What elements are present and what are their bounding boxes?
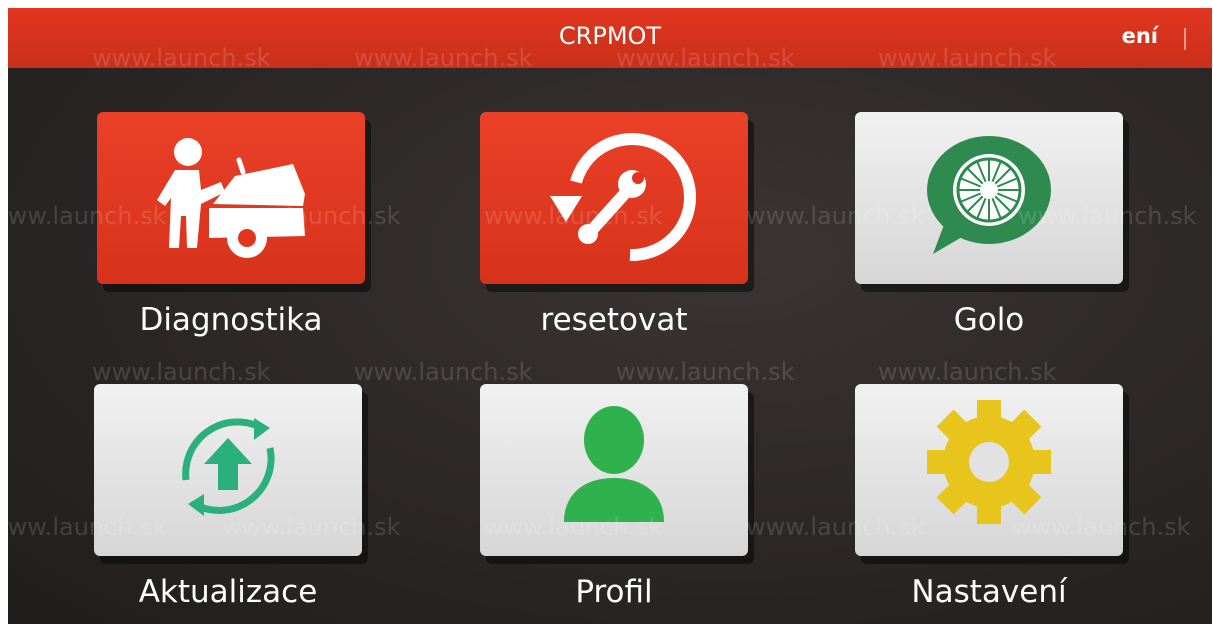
- tile-label: Aktualizace: [138, 574, 318, 610]
- app-screen: CRPMOT ení Diagnostika resetovat Golo Ak…: [8, 8, 1212, 624]
- tile-profil[interactable]: Profil: [479, 384, 749, 610]
- tile-golo[interactable]: Golo: [854, 112, 1124, 338]
- language-menu[interactable]: ení: [1122, 24, 1158, 48]
- tile-resetovat[interactable]: resetovat: [479, 112, 749, 338]
- watermark: www.launch.sk: [354, 358, 533, 386]
- diagnostika-button[interactable]: [97, 112, 365, 284]
- tile-label: Golo: [953, 302, 1025, 338]
- golo-wheel-chat-icon: [927, 136, 1051, 254]
- menu-divider: [1184, 28, 1186, 50]
- profil-button[interactable]: [480, 384, 748, 556]
- reset-wrench-icon: [550, 133, 696, 262]
- golo-button[interactable]: [855, 112, 1123, 284]
- update-arrow-icon: [182, 418, 275, 516]
- tile-label: Profil: [575, 574, 653, 610]
- tile-diagnostika[interactable]: Diagnostika: [96, 112, 366, 338]
- tile-label: Nastavení: [911, 574, 1067, 610]
- resetovat-button[interactable]: [480, 112, 748, 284]
- tile-label: resetovat: [540, 302, 688, 338]
- tile-label: Diagnostika: [139, 302, 323, 338]
- title-bar: CRPMOT ení: [8, 8, 1212, 68]
- watermark: www.launch.sk: [878, 358, 1057, 386]
- aktualizace-button[interactable]: [94, 384, 362, 556]
- settings-gear-icon: [927, 400, 1051, 524]
- app-title: CRPMOT: [558, 22, 662, 50]
- tile-nastaveni[interactable]: Nastavení: [854, 384, 1124, 610]
- watermark: www.launch.sk: [92, 358, 271, 386]
- nastaveni-button[interactable]: [855, 384, 1123, 556]
- profile-person-icon: [564, 406, 664, 522]
- watermark: www.launch.sk: [616, 358, 795, 386]
- tile-aktualizace[interactable]: Aktualizace: [93, 384, 363, 610]
- mechanic-car-icon: [157, 138, 305, 258]
